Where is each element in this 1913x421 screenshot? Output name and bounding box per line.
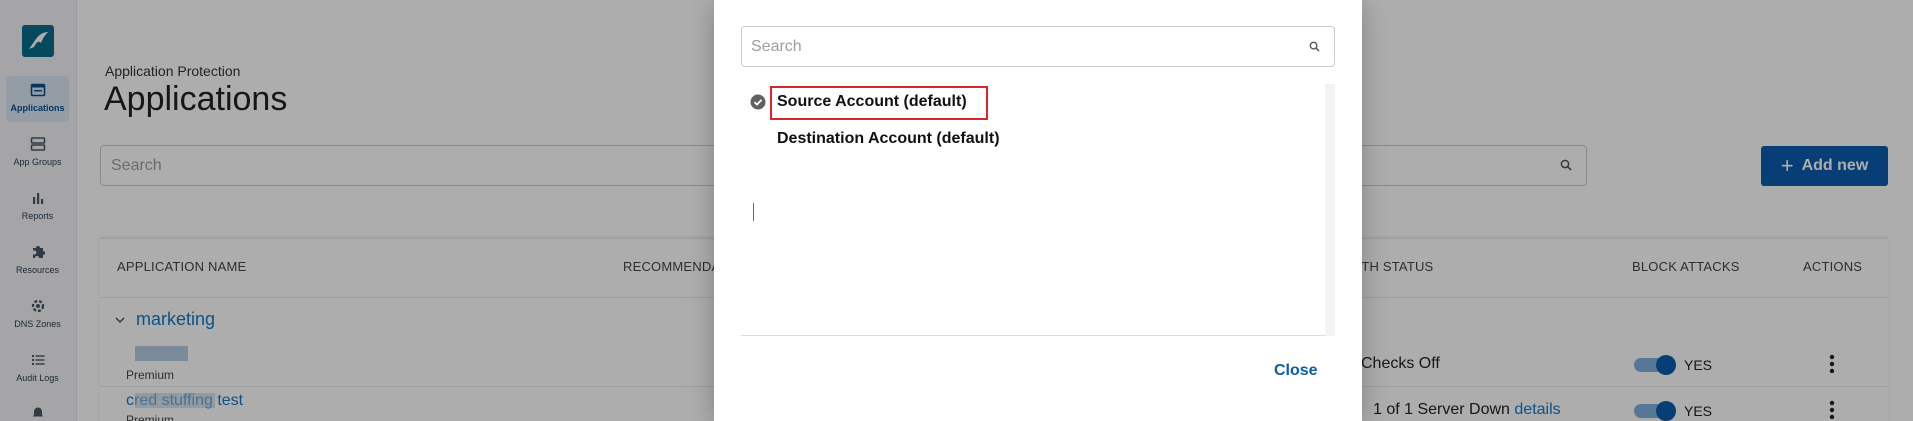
account-list: Source Account (default) Destination Acc… bbox=[741, 84, 1335, 336]
account-search-placeholder: Search bbox=[751, 38, 802, 55]
account-option-destination[interactable]: Destination Account (default) bbox=[777, 130, 1000, 148]
check-circle-icon bbox=[750, 94, 766, 110]
account-picker-dialog: Search Source Account (default) Destinat… bbox=[714, 0, 1362, 421]
account-option-source[interactable]: Source Account (default) bbox=[777, 93, 967, 111]
text-cursor bbox=[753, 203, 754, 221]
scrollbar[interactable] bbox=[1325, 84, 1335, 336]
close-button[interactable]: Close bbox=[1274, 362, 1318, 380]
account-search-input[interactable]: Search bbox=[741, 26, 1335, 67]
search-icon bbox=[1309, 41, 1320, 52]
